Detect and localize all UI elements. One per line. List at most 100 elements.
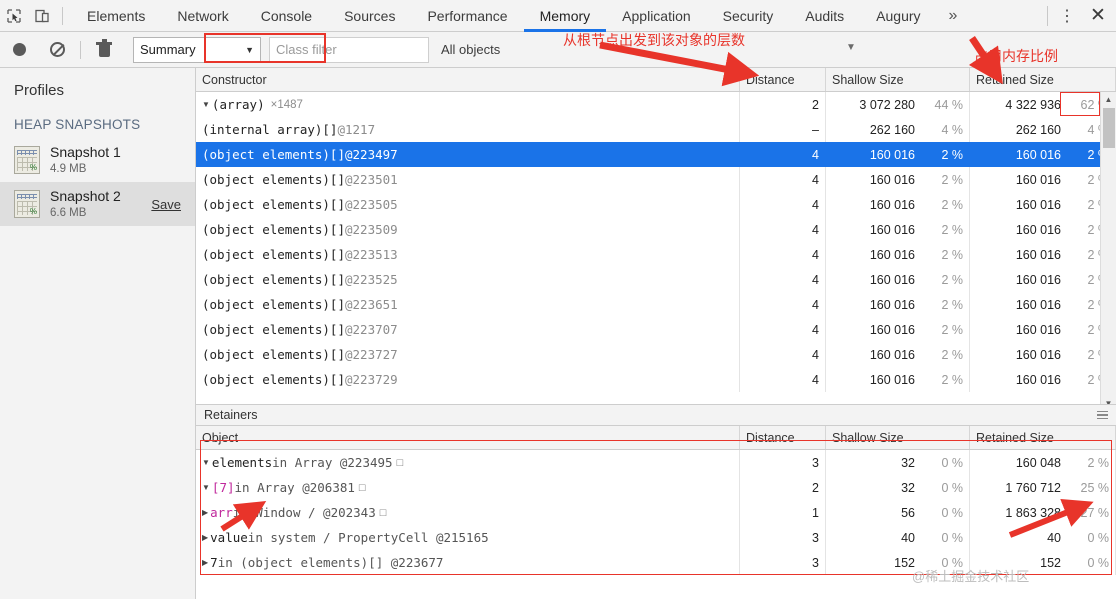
record-circle-icon[interactable]: [0, 32, 38, 68]
table-row[interactable]: (object elements)[] @2234974160 0162 %16…: [196, 142, 1116, 167]
inspect-element-icon[interactable]: [0, 0, 28, 32]
table-row[interactable]: (object elements)[] @2235134160 0162 %16…: [196, 242, 1116, 267]
constructor-table-header: Constructor Distance Shallow Size Retain…: [196, 68, 1116, 92]
main-menu-icon[interactable]: ⋮: [1054, 6, 1080, 26]
class-filter-input[interactable]: Class filter: [269, 37, 429, 63]
column-header-shallow-size[interactable]: Shallow Size: [826, 426, 970, 449]
object-id: @223651: [345, 297, 398, 312]
table-row[interactable]: ▼elements in Array @223495 □3320 %160 04…: [196, 450, 1116, 475]
objects-scope-select[interactable]: All objects: [441, 42, 500, 57]
shallow-size-cell: 400 %: [826, 525, 970, 550]
memory-main-panel: Constructor Distance Shallow Size Retain…: [196, 68, 1116, 599]
dom-badge-icon[interactable]: □: [380, 507, 387, 519]
tab-console[interactable]: Console: [245, 0, 328, 32]
annotation-distance-note: 从根节点出发到该对象的层数: [563, 30, 745, 50]
chevron-down-icon: ▼: [245, 45, 254, 55]
expand-triangle-icon[interactable]: ▶: [202, 558, 208, 567]
expand-triangle-icon[interactable]: ▼: [202, 100, 210, 109]
table-row[interactable]: (object elements)[] @2235054160 0162 %16…: [196, 192, 1116, 217]
size-value: 160 016: [1016, 373, 1061, 387]
memory-toolbar: Summary ▼ Class filter All objects: [0, 32, 1116, 68]
save-snapshot-link[interactable]: Save: [151, 197, 181, 212]
size-value: 160 016: [870, 148, 915, 162]
constructor-name: (object elements)[]: [202, 347, 345, 362]
column-header-constructor[interactable]: Constructor: [196, 68, 740, 91]
constructor-table-scrollbar[interactable]: ▲ ▼: [1100, 92, 1116, 411]
distance-cell: 4: [740, 342, 826, 367]
column-header-object[interactable]: Object: [196, 426, 740, 449]
table-row[interactable]: ▼(array)×148723 072 28044 %4 322 93662 %: [196, 92, 1116, 117]
trash-icon[interactable]: [85, 32, 123, 68]
size-percent: 2 %: [923, 298, 963, 312]
object-id: @1217: [337, 122, 375, 137]
size-percent: 2 %: [923, 148, 963, 162]
table-row[interactable]: (object elements)[] @2237294160 0162 %16…: [196, 367, 1116, 392]
snapshot-icon: %: [14, 190, 40, 218]
constructor-name: (object elements)[]: [202, 372, 345, 387]
object-id: @223501: [345, 172, 398, 187]
table-row[interactable]: (object elements)[] @2236514160 0162 %16…: [196, 292, 1116, 317]
size-value: 160 016: [870, 248, 915, 262]
size-value: 160 016: [870, 273, 915, 287]
tab-security[interactable]: Security: [707, 0, 790, 32]
size-percent: 2 %: [923, 273, 963, 287]
scrollbar-thumb[interactable]: [1103, 108, 1115, 148]
size-value: 160 016: [870, 348, 915, 362]
clear-icon[interactable]: [38, 32, 76, 68]
annotation-memory-note: 占用内存比例: [974, 46, 1058, 66]
dom-badge-icon[interactable]: □: [359, 482, 366, 494]
tab-network[interactable]: Network: [161, 0, 244, 32]
tab-memory[interactable]: Memory: [524, 0, 607, 32]
table-row[interactable]: (object elements)[] @2235254160 0162 %16…: [196, 267, 1116, 292]
distance-cell: 4: [740, 242, 826, 267]
table-row[interactable]: ▼[7] in Array @206381 □2320 %1 760 71225…: [196, 475, 1116, 500]
tab-audits[interactable]: Audits: [789, 0, 860, 32]
object-id: @223525: [345, 272, 398, 287]
size-percent: 2 %: [923, 323, 963, 337]
snapshot-size: 6.6 MB: [50, 206, 121, 220]
sidebar-item-snapshot-2[interactable]: % Snapshot 2 6.6 MB Save: [0, 182, 195, 226]
expand-triangle-icon[interactable]: ▼: [202, 458, 210, 467]
table-row[interactable]: (object elements)[] @2237274160 0162 %16…: [196, 342, 1116, 367]
more-tabs-icon[interactable]: »: [937, 0, 970, 32]
object-id: @223513: [345, 247, 398, 262]
tab-sources[interactable]: Sources: [328, 0, 411, 32]
dom-badge-icon[interactable]: □: [397, 457, 404, 469]
table-row[interactable]: (object elements)[] @2237074160 0162 %16…: [196, 317, 1116, 342]
size-percent: 0 %: [923, 506, 963, 520]
tab-performance[interactable]: Performance: [411, 0, 523, 32]
objects-scope-chevron-icon[interactable]: ▼: [846, 42, 856, 53]
column-header-distance[interactable]: Distance: [740, 426, 826, 449]
size-value: 160 016: [1016, 348, 1061, 362]
tab-elements[interactable]: Elements: [71, 0, 161, 32]
shallow-size-cell: 320 %: [826, 475, 970, 500]
column-header-shallow-size[interactable]: Shallow Size: [826, 68, 970, 91]
sidebar-section-heap-snapshots: HEAP SNAPSHOTS: [0, 99, 195, 138]
object-cell: ▶7 in (object elements)[] @223677: [196, 550, 740, 575]
constructor-name: (object elements)[]: [202, 147, 345, 162]
view-mode-select[interactable]: Summary ▼: [133, 37, 261, 63]
size-value: 160 016: [870, 198, 915, 212]
column-header-retained-size[interactable]: Retained Size: [970, 68, 1116, 91]
table-row[interactable]: (object elements)[] @2235094160 0162 %16…: [196, 217, 1116, 242]
table-row[interactable]: ▶arr in Window / @202343 □1560 %1 863 32…: [196, 500, 1116, 525]
sidebar-item-snapshot-1[interactable]: % Snapshot 1 4.9 MB: [0, 138, 195, 182]
shallow-size-cell: 160 0162 %: [826, 317, 970, 342]
tab-application[interactable]: Application: [606, 0, 707, 32]
expand-triangle-icon[interactable]: ▶: [202, 533, 208, 542]
object-id: @223729: [345, 372, 398, 387]
close-icon[interactable]: ✕: [1080, 4, 1116, 27]
device-toolbar-icon[interactable]: [28, 0, 56, 32]
scroll-up-icon[interactable]: ▲: [1101, 92, 1116, 107]
size-value: 160 016: [1016, 298, 1061, 312]
table-row[interactable]: (object elements)[] @2235014160 0162 %16…: [196, 167, 1116, 192]
tab-augury[interactable]: Augury: [860, 0, 936, 32]
expand-triangle-icon[interactable]: ▶: [202, 508, 208, 517]
table-row[interactable]: (internal array)[] @1217–262 1604 %262 1…: [196, 117, 1116, 142]
retainers-menu-icon[interactable]: [1097, 411, 1108, 420]
expand-triangle-icon[interactable]: ▼: [202, 483, 210, 492]
column-header-retained-size[interactable]: Retained Size: [970, 426, 1116, 449]
size-percent: 2 %: [923, 373, 963, 387]
table-row[interactable]: ▶value in system / PropertyCell @2151653…: [196, 525, 1116, 550]
column-header-distance[interactable]: Distance: [740, 68, 826, 91]
